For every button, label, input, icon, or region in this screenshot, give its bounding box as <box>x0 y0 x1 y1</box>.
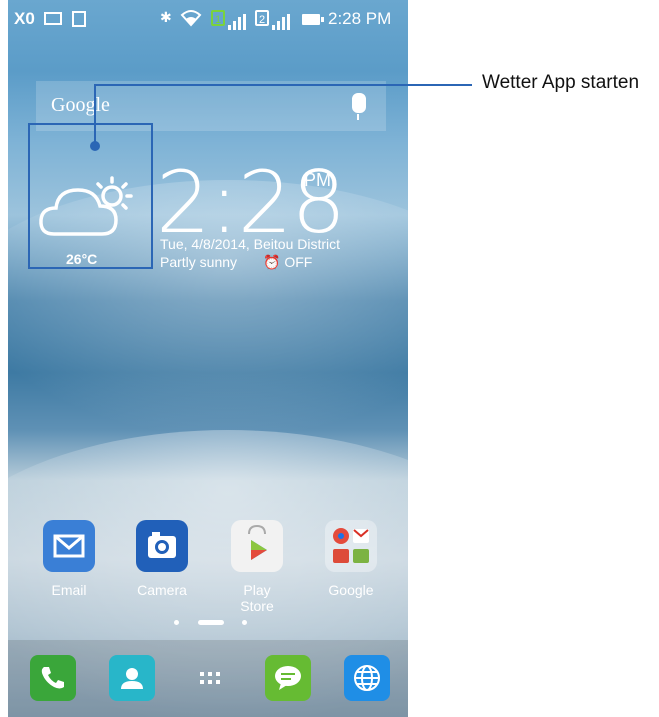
page-dot <box>174 620 179 625</box>
microphone-icon[interactable] <box>352 93 366 120</box>
clock-date-location: Tue, 4/8/2014, Beitou District <box>160 236 341 252</box>
messaging-icon[interactable] <box>265 655 311 701</box>
signal-icon <box>228 14 250 30</box>
weather-condition: Partly sunny <box>160 254 238 270</box>
battery-saver-icon <box>72 11 86 27</box>
email-icon <box>43 520 95 572</box>
app-drawer-icon[interactable] <box>187 655 233 701</box>
app-label: Google <box>328 582 374 598</box>
app-label: Email <box>51 582 87 598</box>
weather-temperature: 26°C <box>66 251 98 267</box>
bluetooth-icon: ✱ <box>160 9 172 25</box>
sim1-icon: 1 <box>211 10 225 26</box>
browser-icon[interactable] <box>344 655 390 701</box>
phone-icon[interactable] <box>30 655 76 701</box>
app-play-store[interactable]: Play Store <box>227 520 287 614</box>
battery-icon <box>302 14 324 25</box>
mute-icon: X0 <box>14 9 35 28</box>
status-bar: X0 ✱ 1 2 2:28 PM <box>8 0 408 40</box>
google-folder-icon <box>325 520 377 572</box>
sim2-icon: 2 <box>255 10 269 26</box>
contacts-icon[interactable] <box>109 655 155 701</box>
play-store-icon <box>231 520 283 572</box>
app-email[interactable]: Email <box>39 520 99 598</box>
app-camera[interactable]: Camera <box>132 520 192 598</box>
callout-line <box>94 84 472 86</box>
app-label: Camera <box>137 582 187 598</box>
clock-ampm: PM <box>304 170 331 190</box>
alarm-clock-icon: ⏰ <box>263 254 281 270</box>
partly-sunny-icon <box>39 176 133 236</box>
callout-line <box>94 84 96 148</box>
google-logo: Google <box>51 94 110 116</box>
app-label: Play Store <box>240 582 274 614</box>
callout-dot <box>90 141 100 151</box>
image-icon <box>44 12 62 25</box>
status-time: 2:28 PM <box>328 9 392 28</box>
phone-screen: X0 ✱ 1 2 2:28 PM Google 26°C 2:28 PM Tue… <box>8 0 408 717</box>
signal-icon <box>272 14 294 30</box>
app-google-folder[interactable]: Google <box>321 520 381 598</box>
wifi-icon <box>180 7 202 32</box>
camera-icon <box>136 520 188 572</box>
alarm-state: OFF <box>284 254 313 270</box>
page-dot-active <box>198 620 224 625</box>
alarm-status: ⏰ OFF <box>263 254 312 271</box>
page-dot <box>242 620 247 625</box>
callout-label: Wetter App starten <box>482 72 640 93</box>
